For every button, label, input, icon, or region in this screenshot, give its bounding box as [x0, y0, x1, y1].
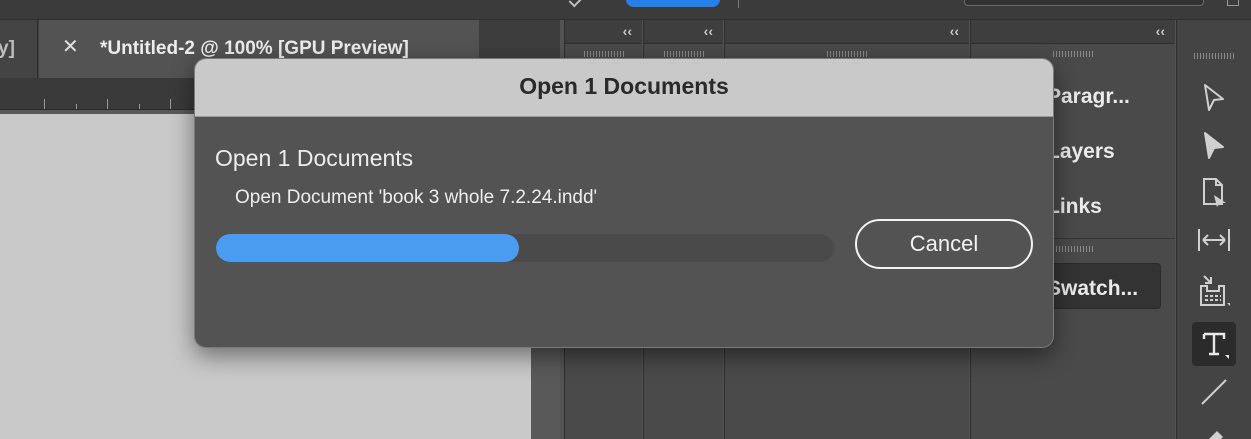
panel-grip[interactable] [663, 51, 704, 57]
panel-grip[interactable] [827, 51, 867, 57]
progress-bar [216, 234, 834, 262]
window-control-icon[interactable] [1227, 0, 1239, 6]
dialog-heading: Open 1 Documents [215, 145, 414, 171]
tab-title: *Untitled-2 @ 100% [GPU Preview] [100, 38, 409, 59]
panel-tab-links[interactable]: Links [1047, 195, 1102, 219]
application-bar [0, 0, 1251, 20]
dropdown-arrow-icon[interactable] [568, 0, 582, 8]
panel-tab-layers[interactable]: Layers [1047, 140, 1115, 164]
panel-grip[interactable] [583, 51, 624, 57]
collapse-panels-icon[interactable]: ‹‹ [950, 23, 959, 39]
collapse-panels-icon[interactable]: ‹‹ [1156, 23, 1165, 39]
dialog-status-text: Open Document 'book 3 whole 7.2.24.indd' [235, 187, 598, 208]
share-button[interactable] [626, 0, 720, 7]
selection-tool-icon[interactable] [1192, 76, 1236, 120]
separator [738, 0, 739, 8]
progress-bar-fill [216, 234, 519, 262]
dialog-titlebar: Open 1 Documents [195, 59, 1053, 117]
collapse-panels-icon[interactable]: ‹‹ [623, 23, 632, 39]
search-field[interactable] [964, 0, 1204, 6]
tab-previous-document[interactable]: y] [0, 20, 38, 78]
type-tool-icon[interactable] [1192, 322, 1236, 366]
dialog-title: Open 1 Documents [519, 73, 729, 99]
gap-tool-icon[interactable] [1192, 218, 1236, 262]
cancel-button[interactable]: Cancel [855, 219, 1033, 269]
tab-previous-label: y] [0, 38, 15, 59]
panel-tab-swatches[interactable]: Swatch... [1047, 277, 1138, 301]
panel-grip[interactable] [1053, 51, 1093, 57]
collapse-panels-icon[interactable]: ‹‹ [704, 23, 713, 39]
page-tool-icon[interactable] [1192, 170, 1236, 214]
close-icon[interactable]: ✕ [62, 37, 79, 57]
direct-selection-tool-icon[interactable] [1192, 124, 1236, 168]
panel-tab-paragraph[interactable]: Paragr... [1047, 85, 1130, 109]
open-documents-dialog: Open 1 Documents Open 1 Documents Open D… [194, 58, 1054, 348]
tools-grip[interactable] [1194, 53, 1234, 59]
line-tool-icon[interactable] [1192, 370, 1236, 414]
content-collector-icon[interactable] [1192, 268, 1236, 312]
panel-grip[interactable] [1053, 246, 1093, 252]
pen-tool-icon[interactable] [1192, 416, 1236, 439]
